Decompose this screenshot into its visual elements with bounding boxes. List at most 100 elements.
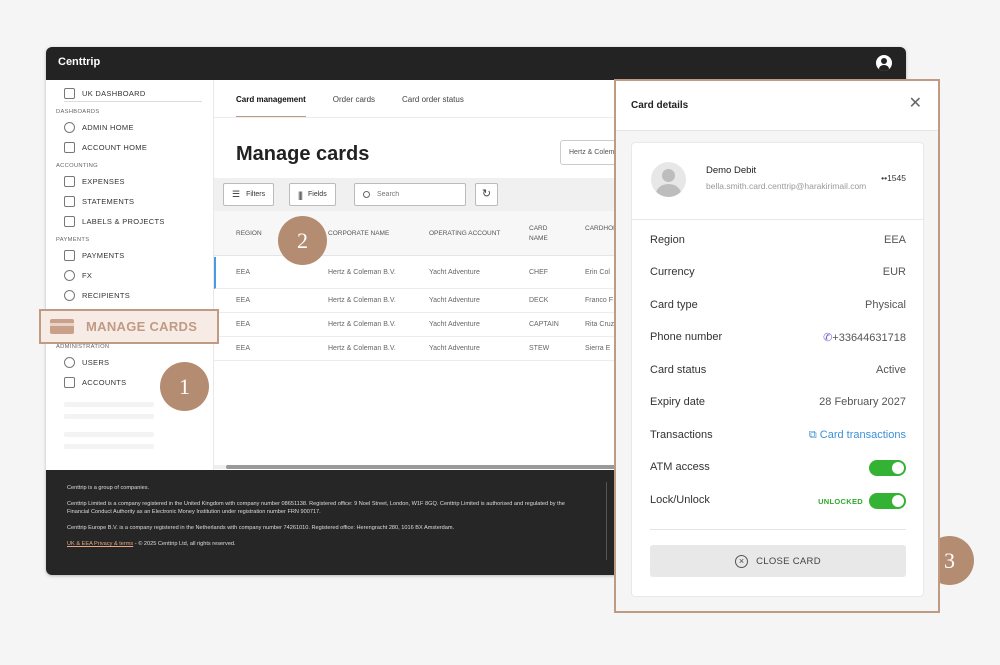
phone-value: +33644631718 — [832, 332, 906, 344]
sidebar-item-label: USERS — [82, 357, 110, 367]
atm-access-toggle[interactable] — [869, 460, 906, 476]
search-input[interactable] — [354, 183, 466, 206]
filters-label: Filters — [246, 191, 266, 198]
cell-account: Yacht Adventure — [429, 297, 480, 304]
table-row[interactable]: EEA Hertz & Coleman B.V. Yacht Adventure… — [214, 313, 664, 337]
card-last-digits: ••1545 — [881, 173, 906, 183]
sidebar-item-manage-cards[interactable]: MANAGE CARDS — [39, 309, 219, 344]
close-icon[interactable]: ✕ — [909, 95, 922, 113]
sidebar-item-users[interactable]: USERS — [64, 356, 109, 368]
tab-card-order-status[interactable]: Card order status — [402, 80, 464, 118]
detail-region: Region EEA — [650, 234, 906, 250]
column-header[interactable]: CORPORATE NAME — [328, 229, 389, 239]
cell-region: EEA — [236, 345, 251, 352]
page-title: Manage cards — [236, 143, 370, 165]
sidebar-item-label: ACCOUNTS — [82, 377, 127, 387]
filter-lines-icon: ☰ — [232, 189, 241, 199]
cell-account: Yacht Adventure — [429, 269, 480, 276]
filters-button[interactable]: ☰ Filters — [223, 183, 275, 206]
cell-region: EEA — [236, 269, 251, 276]
table-row[interactable]: EEA Hertz & Coleman B.V. Yacht Adventure… — [214, 337, 664, 361]
card-details-panel: Card details ✕ Demo Debit bella.smith.ca… — [614, 79, 940, 613]
detail-label: Phone number — [650, 331, 723, 343]
cell-region: EEA — [236, 321, 251, 328]
fields-label: Fields — [308, 191, 327, 198]
divider — [650, 529, 906, 530]
sidebar-item-labels-projects[interactable]: LABELS & PROJECTS — [64, 215, 165, 227]
link-label: Card transactions — [819, 429, 906, 441]
cell-card-name: CHEF — [529, 269, 549, 276]
scrollbar-thumb[interactable] — [226, 465, 646, 469]
cell-corporate: Hertz & Coleman B.V. — [328, 269, 396, 276]
column-header[interactable]: OPERATING ACCOUNT — [429, 229, 500, 239]
detail-currency: Currency EUR — [650, 266, 906, 282]
sidebar-item-payments[interactable]: PAYMENTS — [64, 249, 125, 261]
fields-button[interactable]: ||| Fields — [289, 183, 336, 206]
sidebar-item-fx[interactable]: FX — [64, 269, 92, 281]
detail-card-type: Card type Physical — [650, 299, 906, 315]
detail-atm: ATM access — [650, 460, 906, 477]
tab-order-cards[interactable]: Order cards — [333, 80, 375, 118]
detail-label: Transactions — [650, 429, 713, 441]
section-dashboards: DASHBOARDS — [56, 109, 100, 115]
users-icon — [64, 356, 75, 368]
detail-label: Expiry date — [650, 396, 706, 408]
cell-cardholder: Franco F — [585, 297, 614, 304]
cell-corporate: Hertz & Coleman B.V. — [328, 345, 396, 352]
table-row[interactable]: EEA Hertz & Coleman B.V. Yacht Adventure… — [214, 289, 664, 313]
step-marker-1: 1 — [160, 362, 209, 411]
columns-icon: ||| — [298, 189, 303, 200]
close-card-label: CLOSE CARD — [756, 555, 821, 567]
detail-label: ATM access — [650, 461, 710, 473]
panel-title: Card details — [631, 100, 689, 111]
horizontal-scrollbar[interactable] — [214, 465, 664, 469]
section-administration: ADMINISTRATION — [56, 344, 110, 350]
lock-unlock-toggle[interactable] — [869, 493, 906, 509]
column-header[interactable]: REGION — [236, 229, 262, 239]
detail-status: Card status Active — [650, 364, 906, 380]
gear-icon — [64, 121, 75, 133]
section-accounting: ACCOUNTING — [56, 163, 98, 169]
close-circle-icon: × — [735, 554, 749, 568]
accounts-icon — [64, 376, 75, 388]
label-icon — [64, 215, 75, 227]
sidebar-item-label: ADMIN HOME — [82, 122, 134, 132]
detail-transactions: Transactions ⧉ Card transactions — [650, 429, 906, 445]
sidebar: UK DASHBOARD DASHBOARDS ADMIN HOME ACCOU… — [46, 80, 214, 470]
detail-label: Currency — [650, 266, 695, 278]
tab-card-management[interactable]: Card management — [236, 80, 306, 118]
sidebar-item-statements[interactable]: STATEMENTS — [64, 195, 134, 207]
privacy-terms-link[interactable]: UK & EEA Privacy & terms — [67, 541, 133, 547]
sidebar-item-admin-home[interactable]: ADMIN HOME — [64, 121, 134, 133]
sidebar-item-recipients[interactable]: RECIPIENTS — [64, 289, 130, 301]
search-icon — [363, 191, 370, 198]
user-avatar-icon[interactable] — [876, 55, 892, 71]
detail-expiry: Expiry date 28 February 2027 — [650, 396, 906, 412]
card-transactions-link[interactable]: ⧉ Card transactions — [809, 429, 906, 442]
column-header[interactable]: CARD NAME — [529, 224, 559, 244]
table-row[interactable]: EEA Hertz & Coleman B.V. Yacht Adventure… — [214, 257, 664, 289]
document-icon — [64, 195, 75, 207]
detail-label: Card status — [650, 364, 707, 376]
copyright-text: - © 2025 Centtrip Ltd, all rights reserv… — [133, 541, 236, 547]
exchange-icon — [64, 269, 75, 281]
close-card-button[interactable]: × CLOSE CARD — [650, 545, 906, 577]
detail-lock: Lock/Unlock UNLOCKED — [650, 493, 906, 510]
sidebar-item-label: ACCOUNT HOME — [82, 142, 148, 152]
sidebar-item-label: EXPENSES — [82, 176, 125, 186]
sidebar-item-accounts[interactable]: ACCOUNTS — [64, 376, 127, 388]
cell-card-name: CAPTAIN — [529, 321, 559, 328]
cell-corporate: Hertz & Coleman B.V. — [328, 321, 396, 328]
sidebar-item-uk-dashboard[interactable]: UK DASHBOARD — [64, 87, 146, 99]
blurred-item — [64, 444, 154, 449]
brand-logo: Centtrip — [58, 56, 101, 68]
top-bar: Centtrip — [46, 47, 906, 80]
detail-label: Region — [650, 234, 685, 246]
sidebar-item-account-home[interactable]: ACCOUNT HOME — [64, 141, 147, 153]
card-email: bella.smith.card.centtrip@harakirimail.c… — [706, 181, 867, 191]
step-marker-2: 2 — [278, 216, 327, 265]
refresh-button[interactable]: ↻ — [475, 183, 498, 206]
sidebar-item-expenses[interactable]: EXPENSES — [64, 175, 125, 187]
cell-cardholder: Rita Cruz — [585, 321, 615, 328]
divider — [632, 219, 923, 220]
